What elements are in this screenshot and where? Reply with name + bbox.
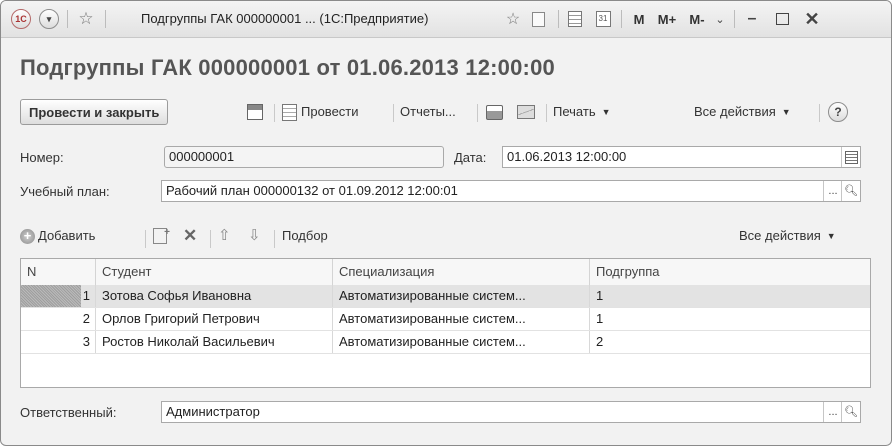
date-label: Дата: — [454, 150, 487, 165]
form-toolbar: Провести и закрыть Провести Отчеты... Пе… — [20, 97, 872, 127]
post-document-icon — [282, 103, 297, 121]
table-row[interactable]: 2 Орлов Григорий Петрович Автоматизирова… — [21, 308, 870, 331]
column-header-n[interactable]: N — [21, 259, 96, 285]
print-preview-icon[interactable] — [486, 99, 503, 125]
post-and-close-button[interactable]: Провести и закрыть — [20, 99, 169, 125]
study-plan-label: Учебный план: — [20, 184, 110, 199]
responsible-field[interactable]: Администратор ... 🔍︎ — [161, 401, 861, 423]
cell-n[interactable]: 1 — [21, 285, 96, 307]
calculator-icon[interactable] — [563, 1, 587, 37]
move-down-icon[interactable]: ⇩ — [248, 223, 261, 249]
table-row[interactable]: 1 Зотова Софья Ивановна Автоматизированн… — [21, 285, 870, 308]
add-favorite-icon[interactable]: ☆ — [502, 1, 524, 37]
window-menu-button[interactable]: ▾ — [37, 1, 61, 37]
cell-n[interactable]: 2 — [21, 308, 96, 330]
cell-subgroup[interactable]: 1 — [590, 308, 870, 330]
title-bar: 1С ▾ ☆ Подгруппы ГАК 000000001 ... (1С:П… — [1, 1, 891, 38]
maximize-icon[interactable] — [769, 1, 795, 37]
copy-row-icon[interactable]: + — [153, 223, 170, 249]
print-label: Печать — [553, 104, 596, 119]
pick-button[interactable]: Подбор — [282, 223, 328, 249]
delete-row-icon[interactable]: ✕ — [183, 223, 197, 249]
cell-specialization[interactable]: Автоматизированные систем... — [333, 285, 590, 307]
help-icon: ? — [828, 102, 848, 122]
post-label: Провести — [301, 104, 359, 119]
column-header-specialization[interactable]: Специализация — [333, 259, 590, 285]
envelope-icon[interactable] — [517, 99, 535, 125]
date-field[interactable]: 01.06.2013 12:00:00 — [502, 146, 861, 168]
students-table[interactable]: N Студент Специализация Подгруппа 1 Зото… — [20, 258, 871, 388]
all-actions-menu-button[interactable]: Все действия ▼ — [694, 99, 791, 125]
number-field[interactable]: 000000001 — [164, 146, 444, 168]
page-title: Подгруппы ГАК 000000001 от 01.06.2013 12… — [20, 55, 555, 80]
number-label: Номер: — [20, 150, 64, 165]
post-button[interactable]: Провести — [282, 99, 359, 125]
table-all-actions-button[interactable]: Все действия ▼ — [739, 223, 836, 249]
date-value: 01.06.2013 12:00:00 — [507, 149, 627, 164]
close-icon[interactable]: ✕ — [799, 1, 825, 37]
favorite-star-icon[interactable]: ☆ — [73, 1, 99, 37]
table-all-actions-label: Все действия — [739, 228, 821, 243]
calendar-icon[interactable]: 31 — [591, 1, 615, 37]
reports-button[interactable]: Отчеты... — [400, 99, 456, 125]
chevron-down-icon: ▼ — [781, 107, 791, 117]
search-icon[interactable]: 🔍︎ — [841, 402, 860, 422]
document-window: 1С ▾ ☆ Подгруппы ГАК 000000001 ... (1С:П… — [0, 0, 892, 446]
table-row[interactable]: 3 Ростов Николай Васильевич Автоматизиро… — [21, 331, 870, 354]
select-button[interactable]: ... — [823, 402, 842, 422]
minimize-icon[interactable]: – — [739, 1, 765, 37]
memory-mminus-button[interactable]: M- — [685, 1, 709, 37]
cell-subgroup[interactable]: 2 — [590, 331, 870, 353]
column-header-subgroup[interactable]: Подгруппа — [590, 259, 870, 285]
calendar-picker-icon[interactable] — [841, 147, 860, 167]
add-label: Добавить — [38, 228, 96, 243]
chevron-down-icon[interactable]: ⌄ — [711, 1, 729, 37]
cell-student[interactable]: Орлов Григорий Петрович — [96, 308, 333, 330]
help-button[interactable]: ? — [828, 99, 848, 125]
save-icon[interactable] — [247, 99, 263, 125]
cell-specialization[interactable]: Автоматизированные систем... — [333, 308, 590, 330]
column-header-student[interactable]: Студент — [96, 259, 333, 285]
window-title: Подгруппы ГАК 000000001 ... (1С:Предприя… — [141, 11, 429, 26]
cell-student[interactable]: Зотова Софья Ивановна — [96, 285, 333, 307]
add-icon: + — [20, 228, 35, 244]
select-button[interactable]: ... — [823, 181, 842, 201]
search-icon[interactable]: 🔍︎ — [841, 181, 860, 201]
move-up-icon[interactable]: ⇧ — [218, 223, 231, 249]
cell-specialization[interactable]: Автоматизированные систем... — [333, 331, 590, 353]
app-logo-icon[interactable]: 1С — [9, 1, 33, 37]
cell-subgroup[interactable]: 1 — [590, 285, 870, 307]
all-actions-label: Все действия — [694, 104, 776, 119]
cell-student[interactable]: Ростов Николай Васильевич — [96, 331, 333, 353]
responsible-label: Ответственный: — [20, 405, 117, 420]
add-row-button[interactable]: + Добавить — [20, 223, 95, 249]
responsible-value: Администратор — [166, 404, 260, 419]
chevron-down-icon: ▾ — [39, 9, 59, 29]
memory-mplus-button[interactable]: M+ — [653, 1, 681, 37]
chevron-down-icon: ▼ — [601, 107, 611, 117]
chevron-down-icon: ▼ — [826, 231, 836, 241]
print-menu-button[interactable]: Печать ▼ — [553, 99, 611, 125]
study-plan-field[interactable]: Рабочий план 000000132 от 01.09.2012 12:… — [161, 180, 861, 202]
cell-n[interactable]: 3 — [21, 331, 96, 353]
table-header: N Студент Специализация Подгруппа — [21, 259, 870, 286]
study-plan-value: Рабочий план 000000132 от 01.09.2012 12:… — [166, 183, 458, 198]
memory-m-button[interactable]: M — [629, 1, 649, 37]
link-icon[interactable] — [527, 1, 549, 37]
